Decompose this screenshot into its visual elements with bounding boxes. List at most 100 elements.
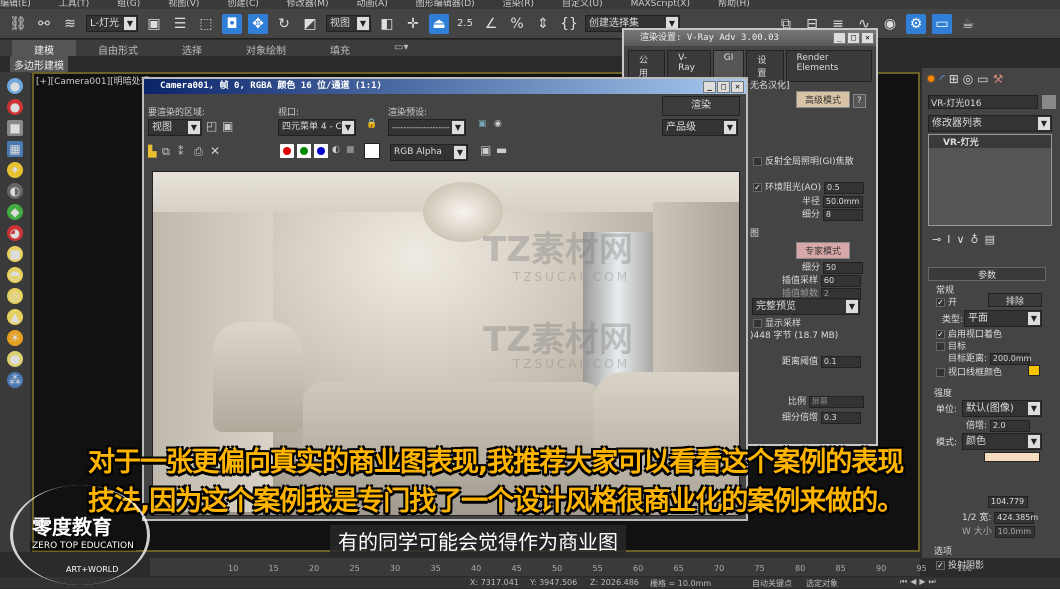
auto-key-label[interactable]: 自动关键点 — [752, 578, 792, 589]
move-icon[interactable]: ✥ — [248, 13, 268, 34]
tab-object-paint[interactable]: 对象绘制 — [224, 40, 308, 57]
exclude-button[interactable]: 排除 — [988, 293, 1042, 307]
cone-icon[interactable]: ▲ — [7, 309, 23, 325]
display-tab-icon[interactable]: ▭ — [977, 72, 988, 86]
remove-modifier-icon[interactable]: ♁ — [971, 233, 985, 246]
close-button[interactable]: ✕ — [731, 81, 744, 93]
wire-color-swatch[interactable] — [1028, 365, 1040, 376]
render-setup-icon[interactable]: ◉ — [494, 119, 502, 129]
menu-graph-editors[interactable]: 图形编辑器(D) — [416, 0, 475, 9]
render-button[interactable]: 渲染 — [662, 96, 740, 116]
y-coord[interactable]: Y: 3947.506 — [530, 578, 577, 587]
channel-dropdown[interactable]: RGB Alpha — [390, 144, 468, 161]
on-checkbox[interactable]: ✓ — [936, 298, 945, 307]
ribbon-options-icon[interactable]: ▭▾ — [372, 40, 430, 56]
target-checkbox[interactable] — [936, 342, 945, 351]
tab-freeform[interactable]: 自由形式 — [76, 40, 160, 57]
menu-rendering[interactable]: 渲染(R) — [503, 0, 534, 9]
maximize-button[interactable]: □ — [847, 32, 860, 44]
render-setup-titlebar[interactable]: 渲染设置: V-Ray Adv 3.00.03 _ □ ✕ — [624, 30, 876, 46]
params-rollout-header[interactable]: 参数 — [928, 267, 1046, 281]
clear-icon[interactable]: ✕ — [210, 144, 220, 158]
wire-color-checkbox[interactable] — [936, 368, 945, 377]
render-setup-icon[interactable]: ⚙ — [906, 13, 926, 34]
irradiance-preset-dropdown[interactable]: 完整预览 — [752, 298, 860, 315]
menu-animation[interactable]: 动画(A) — [357, 0, 388, 9]
display-toggle-icon[interactable]: ▣ — [480, 143, 491, 157]
subdiv-mult-input[interactable]: 0.3 — [820, 411, 861, 424]
save-image-icon[interactable]: ▙ — [148, 145, 156, 158]
sun-icon[interactable]: ☀ — [7, 330, 23, 346]
edit-region-icon[interactable]: ◰ — [206, 119, 217, 133]
create-tab-icon[interactable]: ✹ — [926, 72, 936, 86]
hemisphere-icon[interactable]: ◓ — [7, 267, 23, 283]
irradiance-rollout-title[interactable]: 图 — [750, 226, 759, 239]
tab-modeling[interactable]: 建模 — [12, 40, 76, 57]
torus-icon[interactable]: ◎ — [7, 288, 23, 304]
particle-icon[interactable]: ⁂ — [7, 372, 23, 388]
playback-controls[interactable]: ⏮◀▶⏭ — [900, 577, 939, 587]
z-coord[interactable]: Z: 2026.486 — [590, 578, 639, 587]
expert-mode-button[interactable]: 专家模式 — [796, 242, 851, 259]
menu-views[interactable]: 视图(V) — [168, 0, 199, 9]
tab-selection[interactable]: 选择 — [160, 40, 224, 57]
rect-selection-icon[interactable]: ⬚ — [196, 14, 216, 34]
selection-filter-dropdown[interactable]: L-灯光 — [86, 15, 138, 32]
quality-dropdown[interactable]: 产品级 — [662, 119, 738, 136]
maximize-button[interactable]: □ — [717, 81, 730, 93]
ao-checkbox[interactable]: ✓ — [753, 183, 762, 192]
vfb-toggle-icon[interactable]: ▬ — [496, 143, 507, 157]
cylinder-icon[interactable]: ■ — [7, 246, 23, 262]
modifier-list-dropdown[interactable]: 修改器列表 — [928, 115, 1052, 132]
mode-dropdown[interactable]: 颜色 — [962, 433, 1042, 450]
window-crossing-icon[interactable]: ◘ — [222, 13, 242, 34]
swatch[interactable] — [364, 143, 380, 159]
w-size-input[interactable]: 10.0mm — [994, 525, 1035, 538]
rendered-frame-icon[interactable]: ▭ — [932, 13, 952, 34]
mono-toggle-icon[interactable]: ■ — [346, 145, 355, 155]
half-width-input[interactable]: 424.385m — [994, 511, 1038, 524]
scale-icon[interactable]: ◩ — [300, 14, 320, 34]
multiplier-input[interactable]: 2.0 — [989, 419, 1030, 432]
light-color-swatch[interactable] — [984, 452, 1040, 462]
edit-named-selection-icon[interactable]: {} — [559, 14, 579, 34]
menu-help[interactable]: 帮助(H) — [718, 0, 750, 9]
rotate-icon[interactable]: ↻ — [274, 14, 294, 34]
x-coord[interactable]: X: 7317.041 — [470, 578, 519, 587]
target-distance-input[interactable]: 200.0mm — [989, 352, 1031, 365]
clone-window-icon[interactable]: ⁑ — [178, 145, 184, 158]
interp-samples-input[interactable]: 60 — [820, 274, 861, 287]
viewport-shading-checkbox[interactable]: ✓ — [936, 330, 945, 339]
frame-buffer-titlebar[interactable]: Camera001, 帧 0, RGBA 颜色 16 位/通道 (1:1) _ □… — [144, 79, 746, 94]
bind-spacewarp-icon[interactable]: ≋ — [60, 14, 80, 34]
hierarchy-tab-icon[interactable]: ⊞ — [949, 72, 959, 86]
half-length-input[interactable]: 104.779 — [988, 496, 1028, 508]
menu-tools[interactable]: 工具(T) — [59, 0, 90, 9]
modify-tab-icon[interactable]: ◜ — [940, 72, 945, 86]
close-button[interactable]: ✕ — [861, 32, 874, 44]
stack-item-vr-light[interactable]: VR-灯光 — [929, 135, 1051, 148]
menu-edit[interactable]: 编辑(E) — [0, 0, 31, 9]
teapot-icon[interactable]: ● — [7, 78, 23, 94]
helper-icon[interactable]: ◆ — [7, 204, 23, 220]
gi-caustics-checkbox[interactable] — [753, 157, 762, 166]
sphere-icon[interactable]: ● — [7, 99, 23, 115]
copy-image-icon[interactable]: ⧉ — [162, 145, 170, 159]
type-dropdown[interactable]: 平面 — [964, 310, 1042, 327]
camera-icon[interactable]: ◐ — [7, 183, 23, 199]
rollout-title[interactable]: 无名汉化] — [750, 78, 790, 91]
polygon-modeling-button[interactable]: 多边形建模 — [10, 56, 68, 73]
ao-subdivs-input[interactable]: 8 — [822, 208, 863, 221]
motion-tab-icon[interactable]: ◎ — [963, 72, 973, 86]
make-unique-icon[interactable]: ∨ — [956, 233, 970, 246]
menu-create[interactable]: 创建(C) — [227, 0, 258, 9]
grid-icon[interactable]: ▦ — [7, 141, 23, 157]
spacewarp-icon[interactable]: ◕ — [7, 225, 23, 241]
viewport-dropdown[interactable]: 四元菜单 4 - Can — [278, 119, 356, 136]
ref-coord-dropdown[interactable]: 视图 — [326, 15, 371, 32]
viewport-label[interactable]: [+][Camera001][明暗处理] — [36, 74, 153, 87]
menu-group[interactable]: 组(G) — [117, 0, 140, 9]
object-name-input[interactable]: VR-灯光016 — [928, 95, 1038, 109]
preset-dropdown[interactable]: -------------------- — [388, 119, 466, 136]
red-channel-toggle[interactable] — [280, 144, 294, 158]
